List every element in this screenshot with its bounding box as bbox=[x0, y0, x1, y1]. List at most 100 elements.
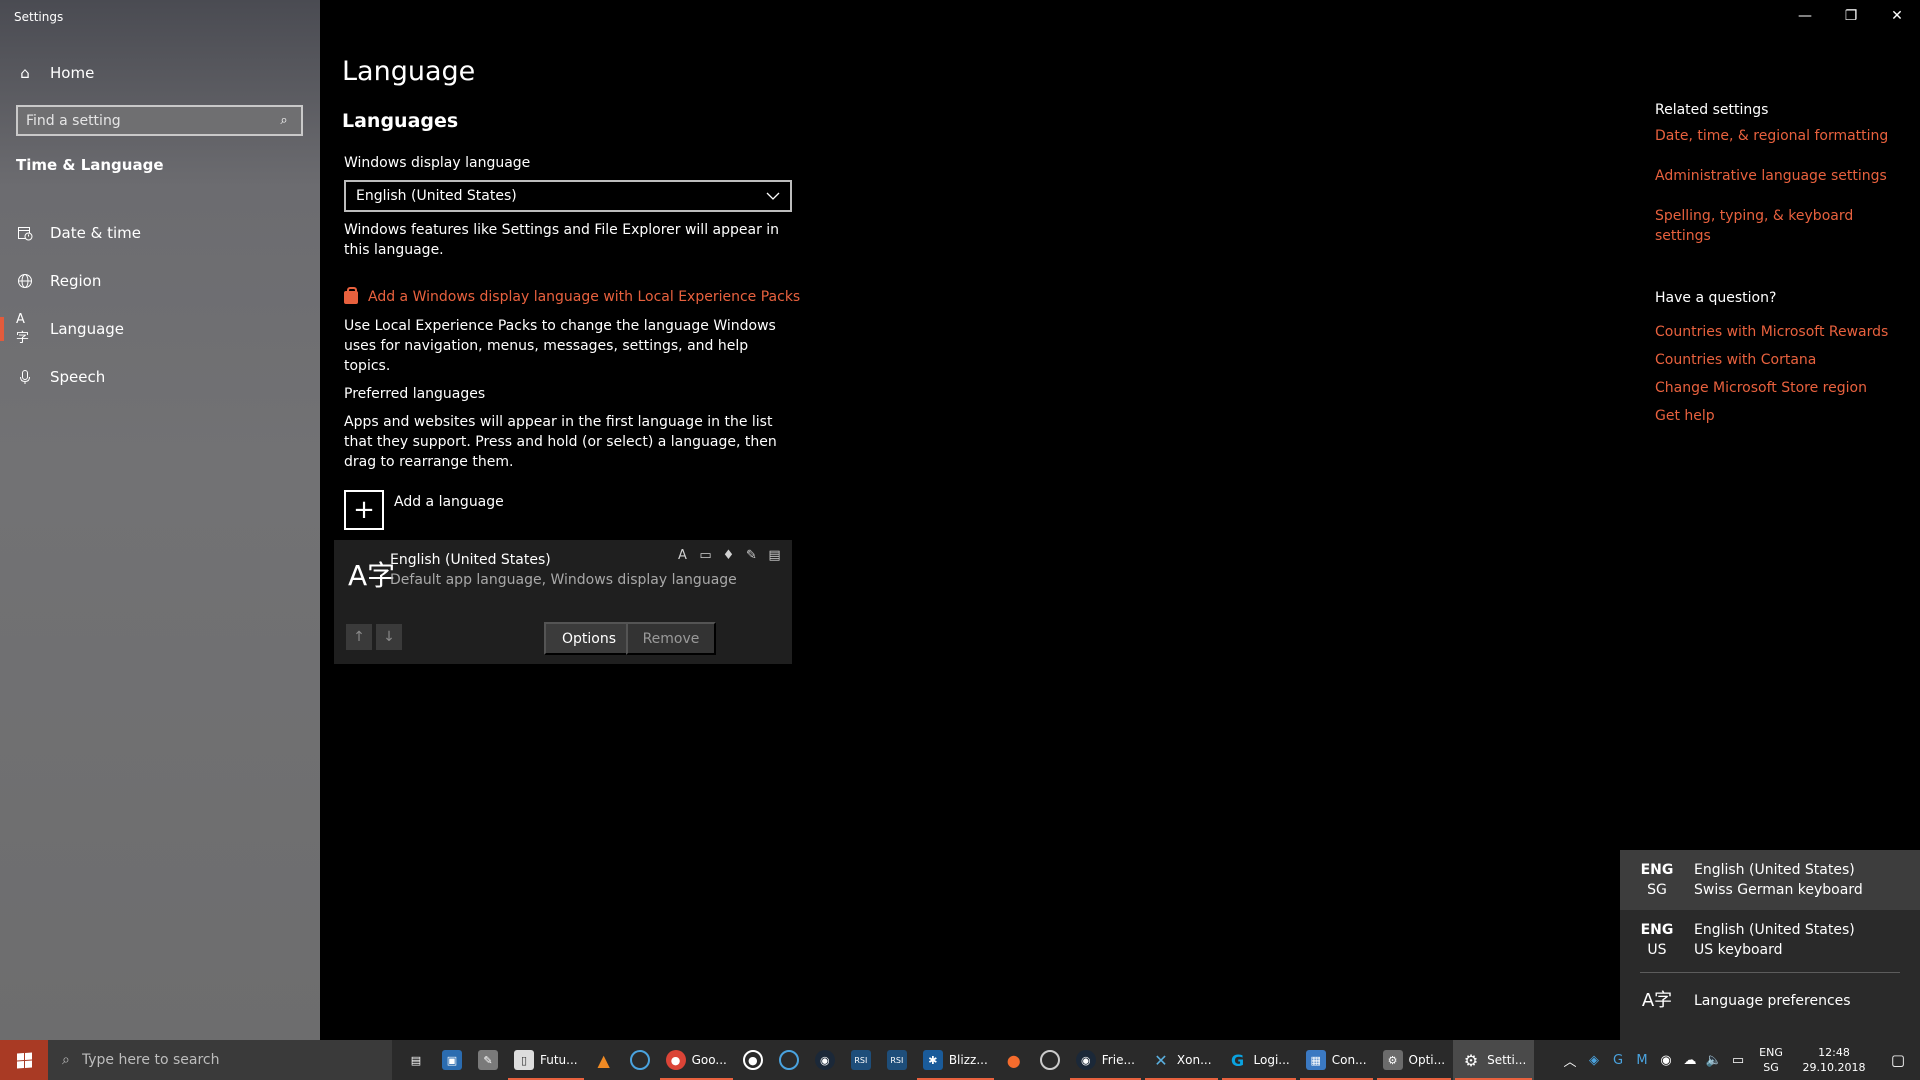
chevron-up-icon[interactable]: ︿ bbox=[1558, 1051, 1582, 1070]
gear-icon: ⚙ bbox=[1463, 1050, 1479, 1070]
flyout-code-lang: ENG bbox=[1640, 862, 1674, 878]
flyout-item-eng-sg[interactable]: ENG SG English (United States) Swiss Ger… bbox=[1620, 850, 1920, 910]
add-pack-link[interactable]: Add a Windows display language with Loca… bbox=[368, 289, 800, 305]
notification-icon: ▢ bbox=[1890, 1051, 1906, 1069]
arrow-down-icon: ↓ bbox=[383, 629, 395, 645]
flyout-keyboard: Swiss German keyboard bbox=[1694, 882, 1863, 898]
blizzard-icon: ✱ bbox=[922, 1050, 943, 1070]
settings-search-box[interactable]: ⌕ bbox=[16, 105, 303, 136]
add-language-button[interactable]: + Add a language bbox=[344, 490, 504, 530]
taskbar-app-friends[interactable]: ◉ Frie... bbox=[1068, 1040, 1143, 1080]
help-link-cortana[interactable]: Countries with Cortana bbox=[1655, 346, 1895, 374]
chrome-icon: ● bbox=[665, 1050, 686, 1070]
system-tray: ︿ ◈ G M ◉ ☁ 🔈 ▭ ENG SG 12:48 29.10.2018 … bbox=[1558, 1040, 1920, 1080]
taskbar-app-blizzard[interactable]: ✱ Blizz... bbox=[915, 1040, 996, 1080]
taskbar-app-label: Logi... bbox=[1253, 1053, 1290, 1067]
start-button[interactable] bbox=[0, 1040, 48, 1080]
taskbar-search-input[interactable] bbox=[81, 1052, 362, 1068]
taskbar-app-uplay[interactable] bbox=[771, 1040, 807, 1080]
sidebar-item-label: Language bbox=[50, 320, 125, 338]
display-language-note: Windows features like Settings and File … bbox=[344, 222, 780, 258]
display-language-value: English (United States) bbox=[356, 188, 517, 204]
input-indicator-lang: ENG bbox=[1759, 1046, 1783, 1059]
control-panel-icon: ▦ bbox=[1305, 1050, 1326, 1070]
calendar-clock-icon bbox=[16, 224, 34, 242]
taskbar-app-logitech[interactable]: G Logi... bbox=[1220, 1040, 1298, 1080]
tray-m-icon[interactable]: M bbox=[1630, 1053, 1654, 1068]
volume-icon[interactable]: 🔈 bbox=[1702, 1053, 1726, 1068]
taskbar-app-label: Futu... bbox=[540, 1053, 578, 1067]
flyout-code-sub: US bbox=[1647, 942, 1667, 958]
taskbar-app-rsi-1[interactable]: RSI bbox=[843, 1040, 879, 1080]
language-feature-icons: A ▭ ♦ ✎ ▤ bbox=[675, 548, 782, 563]
home-icon: ⌂ bbox=[20, 64, 30, 82]
chevron-down-icon bbox=[766, 188, 780, 204]
related-link-date-formatting[interactable]: Date, time, & regional formatting bbox=[1655, 126, 1895, 146]
nav-home[interactable]: ⌂ Home bbox=[16, 62, 94, 84]
tray-app-icon[interactable]: ◈ bbox=[1582, 1053, 1606, 1068]
tray-logitech-icon[interactable]: G bbox=[1606, 1053, 1630, 1068]
vlc-icon: ▲ bbox=[597, 1050, 610, 1070]
tray-steam-icon[interactable]: ◉ bbox=[1654, 1053, 1678, 1068]
settings-search-input[interactable] bbox=[26, 112, 275, 129]
language-icon: A字 bbox=[16, 312, 30, 346]
language-list-item[interactable]: A字 English (United States) Default app l… bbox=[334, 540, 792, 664]
sidebar-item-language[interactable]: A字 Language bbox=[0, 305, 320, 353]
options-button[interactable]: Options bbox=[544, 622, 634, 655]
add-pack-link-row[interactable]: Add a Windows display language with Loca… bbox=[344, 286, 800, 305]
taskbar-app-xonotic[interactable]: ✕ Xon... bbox=[1143, 1040, 1220, 1080]
taskbar-app-generic[interactable] bbox=[622, 1040, 658, 1080]
speech-feature-icon: ♦ bbox=[722, 548, 735, 563]
help-link-rewards[interactable]: Countries with Microsoft Rewards bbox=[1655, 318, 1895, 346]
shopping-bag-icon bbox=[344, 286, 358, 304]
onedrive-icon[interactable]: ☁ bbox=[1678, 1053, 1702, 1068]
input-indicator[interactable]: ENG SG bbox=[1750, 1045, 1792, 1075]
taskbar-app-label: Opti... bbox=[1408, 1053, 1446, 1067]
obs-icon bbox=[1039, 1050, 1060, 1070]
taskbar-search[interactable]: ⌕ bbox=[48, 1040, 392, 1080]
taskbar-app-target[interactable]: ● bbox=[735, 1040, 771, 1080]
move-down-button[interactable]: ↓ bbox=[376, 624, 402, 650]
taskbar-app-store[interactable]: ▣ bbox=[434, 1040, 470, 1080]
taskbar-app-vlc[interactable]: ▲ bbox=[586, 1040, 622, 1080]
taskbar-app-document[interactable]: ▯ Futu... bbox=[506, 1040, 586, 1080]
taskbar-app-paint[interactable]: ✎ bbox=[470, 1040, 506, 1080]
sidebar-item-region[interactable]: Region bbox=[0, 257, 320, 305]
plus-icon: + bbox=[344, 490, 384, 530]
taskbar-app-obs[interactable] bbox=[1032, 1040, 1068, 1080]
flyout-item-eng-us[interactable]: ENG US English (United States) US keyboa… bbox=[1620, 910, 1920, 970]
document-icon: ▯ bbox=[514, 1050, 534, 1070]
clock[interactable]: 12:48 29.10.2018 bbox=[1792, 1045, 1876, 1075]
flyout-language: English (United States) bbox=[1694, 862, 1855, 878]
help-link-store-region[interactable]: Change Microsoft Store region bbox=[1655, 374, 1895, 402]
sidebar-item-speech[interactable]: Speech bbox=[0, 353, 320, 401]
taskbar-app-chrome[interactable]: ● Goo... bbox=[658, 1040, 735, 1080]
sidebar-item-date-time[interactable]: Date & time bbox=[0, 209, 320, 257]
taskbar-app-label: Frie... bbox=[1101, 1053, 1135, 1067]
taskbar-app-control-panel[interactable]: ▦ Con... bbox=[1298, 1040, 1375, 1080]
related-link-admin-language[interactable]: Administrative language settings bbox=[1655, 166, 1895, 186]
taskbar-app-origin[interactable]: ● bbox=[996, 1040, 1032, 1080]
paint-icon: ✎ bbox=[478, 1050, 498, 1070]
taskbar-app-label: Xon... bbox=[1176, 1053, 1212, 1067]
close-button[interactable]: ✕ bbox=[1874, 0, 1920, 32]
display-language-dropdown[interactable]: English (United States) bbox=[344, 180, 792, 212]
taskbar-app-steam[interactable]: ◉ bbox=[807, 1040, 843, 1080]
language-preferences-link[interactable]: A字 Language preferences bbox=[1620, 973, 1920, 1029]
taskbar-app-options[interactable]: ⚙ Opti... bbox=[1375, 1040, 1454, 1080]
task-view-icon: ▤ bbox=[410, 1053, 422, 1067]
related-link-spelling-typing[interactable]: Spelling, typing, & keyboard settings bbox=[1655, 206, 1895, 246]
search-icon: ⌕ bbox=[62, 1052, 70, 1068]
remove-button[interactable]: Remove bbox=[626, 622, 716, 655]
network-icon[interactable]: ▭ bbox=[1726, 1053, 1750, 1068]
flyout-text: English (United States) Swiss German key… bbox=[1694, 860, 1863, 900]
taskbar-app-task-view[interactable]: ▤ bbox=[398, 1040, 434, 1080]
help-link-get-help[interactable]: Get help bbox=[1655, 402, 1895, 430]
taskbar-app-rsi-2[interactable]: RSI bbox=[879, 1040, 915, 1080]
taskbar-app-settings[interactable]: ⚙ Setti... bbox=[1453, 1040, 1535, 1080]
action-center-button[interactable]: ▢ bbox=[1876, 1040, 1920, 1080]
search-icon[interactable]: ⌕ bbox=[275, 112, 293, 130]
move-up-button[interactable]: ↑ bbox=[346, 624, 372, 650]
minimize-button[interactable]: — bbox=[1782, 0, 1828, 32]
restore-button[interactable]: ❐ bbox=[1828, 0, 1874, 32]
